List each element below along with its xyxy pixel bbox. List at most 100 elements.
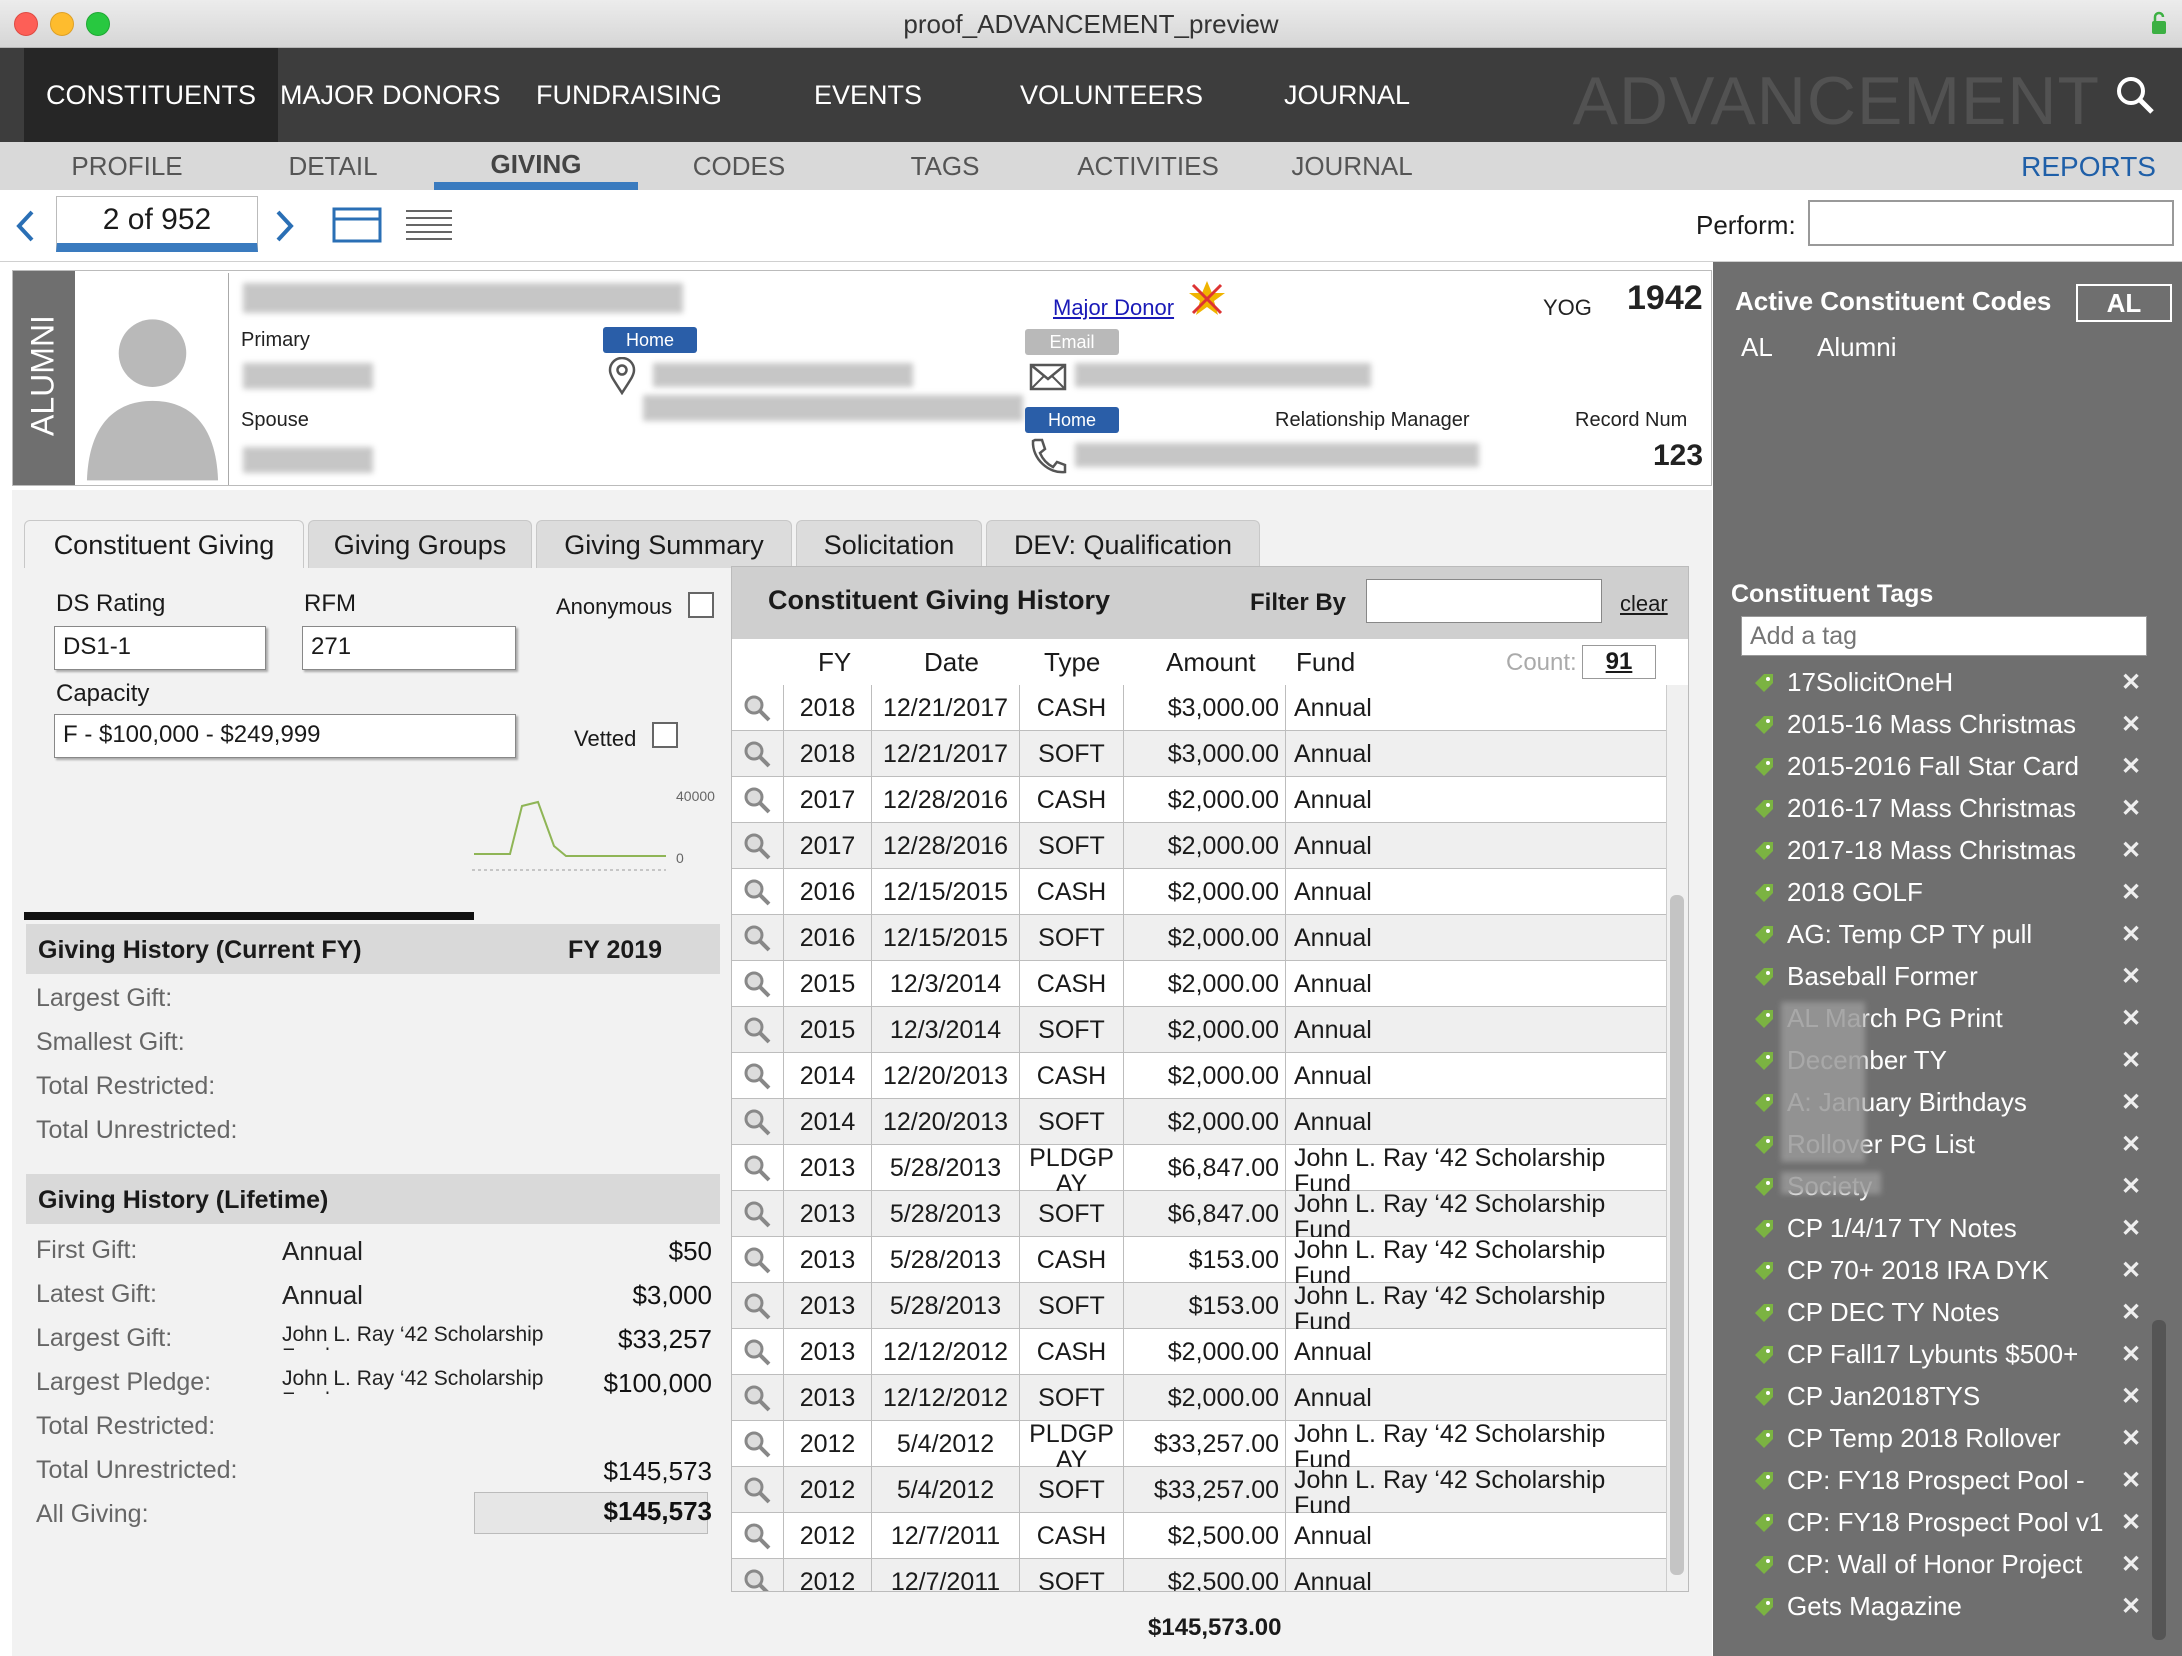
tab-dev-qualification[interactable]: DEV: Qualification bbox=[986, 520, 1260, 568]
tag-item[interactable]: 2017-18 Mass Christmas ✕ bbox=[1753, 830, 2173, 872]
remove-tag-icon[interactable]: ✕ bbox=[2121, 1466, 2141, 1495]
tab-detail[interactable]: DETAIL bbox=[268, 142, 398, 190]
table-row[interactable]: 2012 5/4/2012 SOFT $33,257.00 John L. Ray ‘4… bbox=[732, 1467, 1666, 1513]
magnifier-icon[interactable] bbox=[742, 831, 772, 861]
tab-activities[interactable]: ACTIVITIES bbox=[1056, 142, 1240, 190]
tab-constituent-giving[interactable]: Constituent Giving bbox=[24, 520, 304, 568]
row-magnifier-cell[interactable] bbox=[732, 1237, 784, 1283]
chevron-right-icon[interactable] bbox=[274, 208, 296, 244]
table-row[interactable]: 2012 5/4/2012 PLDGPAY $33,257.00 John L. Ray… bbox=[732, 1421, 1666, 1467]
magnifier-icon[interactable] bbox=[742, 1337, 772, 1367]
row-magnifier-cell[interactable] bbox=[732, 1329, 784, 1375]
add-tag-input[interactable] bbox=[1741, 616, 2147, 656]
remove-tag-icon[interactable]: ✕ bbox=[2121, 668, 2141, 697]
table-row[interactable]: 2013 5/28/2013 SOFT $6,847.00 John L. Ray ‘4… bbox=[732, 1191, 1666, 1237]
table-row[interactable]: 2013 5/28/2013 SOFT $153.00 John L. Ray ‘42 … bbox=[732, 1283, 1666, 1329]
remove-tag-icon[interactable]: ✕ bbox=[2121, 1424, 2141, 1453]
magnifier-icon[interactable] bbox=[742, 1199, 772, 1229]
magnifier-icon[interactable] bbox=[742, 1061, 772, 1091]
magnifier-icon[interactable] bbox=[742, 969, 772, 999]
remove-tag-icon[interactable]: ✕ bbox=[2121, 1256, 2141, 1285]
count-value[interactable]: 91 bbox=[1582, 645, 1656, 679]
anonymous-checkbox[interactable] bbox=[688, 592, 714, 618]
remove-tag-icon[interactable]: ✕ bbox=[2121, 920, 2141, 949]
magnifier-icon[interactable] bbox=[742, 785, 772, 815]
tag-item[interactable]: AG: Temp CP TY pull ✕ bbox=[1753, 914, 2173, 956]
row-magnifier-cell[interactable] bbox=[732, 1145, 784, 1191]
magnifier-icon[interactable] bbox=[742, 1015, 772, 1045]
remove-tag-icon[interactable]: ✕ bbox=[2121, 1172, 2141, 1201]
tab-journal[interactable]: JOURNAL bbox=[1270, 142, 1434, 190]
table-row[interactable]: 2012 12/7/2011 CASH $2,500.00 Annual bbox=[732, 1513, 1666, 1559]
tab-profile[interactable]: PROFILE bbox=[52, 142, 202, 190]
rfm-field[interactable]: 271 bbox=[302, 626, 516, 670]
capacity-field[interactable]: F - $100,000 - $249,999 bbox=[54, 714, 516, 758]
reports-link[interactable]: REPORTS bbox=[2021, 142, 2156, 192]
row-magnifier-cell[interactable] bbox=[732, 1099, 784, 1145]
magnifier-icon[interactable] bbox=[742, 923, 772, 953]
table-row[interactable]: 2012 12/7/2011 SOFT $2,500.00 Annual bbox=[732, 1559, 1666, 1591]
chevron-left-icon[interactable] bbox=[14, 208, 36, 244]
search-icon[interactable] bbox=[2114, 74, 2156, 116]
clear-filter-link[interactable]: clear bbox=[1620, 591, 1668, 617]
table-row[interactable]: 2016 12/15/2015 CASH $2,000.00 Annual bbox=[732, 869, 1666, 915]
col-fy[interactable]: FY bbox=[818, 647, 851, 678]
tag-item[interactable]: CP: FY18 Prospect Pool v1 ✕ bbox=[1753, 1502, 2173, 1544]
tag-item[interactable]: CP Fall17 Lybunts $500+ ✕ bbox=[1753, 1334, 2173, 1376]
col-amount[interactable]: Amount bbox=[1166, 647, 1256, 678]
tag-item[interactable]: Baseball Former ✕ bbox=[1753, 956, 2173, 998]
email-type-pill[interactable]: Email bbox=[1025, 329, 1119, 355]
magnifier-icon[interactable] bbox=[742, 1383, 772, 1413]
row-magnifier-cell[interactable] bbox=[732, 1513, 784, 1559]
remove-tag-icon[interactable]: ✕ bbox=[2121, 1046, 2141, 1075]
address-type-pill[interactable]: Home bbox=[603, 327, 697, 353]
row-magnifier-cell[interactable] bbox=[732, 1191, 784, 1237]
row-magnifier-cell[interactable] bbox=[732, 915, 784, 961]
table-row[interactable]: 2014 12/20/2013 CASH $2,000.00 Annual bbox=[732, 1053, 1666, 1099]
col-date[interactable]: Date bbox=[924, 647, 979, 678]
magnifier-icon[interactable] bbox=[742, 1475, 772, 1505]
avatar-icon[interactable] bbox=[77, 273, 229, 485]
nav-constituents[interactable]: CONSTITUENTS bbox=[24, 48, 279, 142]
tab-giving-groups[interactable]: Giving Groups bbox=[308, 520, 532, 568]
remove-tag-icon[interactable]: ✕ bbox=[2121, 710, 2141, 739]
active-code-badge[interactable]: AL bbox=[2076, 284, 2172, 322]
perform-input[interactable] bbox=[1808, 200, 2174, 246]
major-donor-link[interactable]: Major Donor bbox=[1053, 295, 1174, 321]
row-magnifier-cell[interactable] bbox=[732, 961, 784, 1007]
remove-tag-icon[interactable]: ✕ bbox=[2121, 1214, 2141, 1243]
table-row[interactable]: 2016 12/15/2015 SOFT $2,000.00 Annual bbox=[732, 915, 1666, 961]
tag-item[interactable]: CP Temp 2018 Rollover ✕ bbox=[1753, 1418, 2173, 1460]
remove-tag-icon[interactable]: ✕ bbox=[2121, 1004, 2141, 1033]
table-row[interactable]: 2017 12/28/2016 SOFT $2,000.00 Annual bbox=[732, 823, 1666, 869]
sidebar-scrollbar[interactable] bbox=[2152, 1320, 2166, 1640]
table-row[interactable]: 2013 12/12/2012 CASH $2,000.00 Annual bbox=[732, 1329, 1666, 1375]
table-row[interactable]: 2018 12/21/2017 CASH $3,000.00 Annual bbox=[732, 685, 1666, 731]
remove-tag-icon[interactable]: ✕ bbox=[2121, 1088, 2141, 1117]
tag-item[interactable]: CP DEC TY Notes ✕ bbox=[1753, 1292, 2173, 1334]
remove-tag-icon[interactable]: ✕ bbox=[2121, 1550, 2141, 1579]
row-magnifier-cell[interactable] bbox=[732, 1467, 784, 1513]
row-magnifier-cell[interactable] bbox=[732, 1283, 784, 1329]
tag-item[interactable]: CP: Wall of Honor Project ✕ bbox=[1753, 1544, 2173, 1586]
magnifier-icon[interactable] bbox=[742, 1107, 772, 1137]
remove-tag-icon[interactable]: ✕ bbox=[2121, 878, 2141, 907]
row-magnifier-cell[interactable] bbox=[732, 731, 784, 777]
row-magnifier-cell[interactable] bbox=[732, 685, 784, 731]
remove-tag-icon[interactable]: ✕ bbox=[2121, 794, 2141, 823]
tag-item[interactable]: Gets Magazine ✕ bbox=[1753, 1586, 2173, 1628]
remove-tag-icon[interactable]: ✕ bbox=[2121, 1508, 2141, 1537]
row-magnifier-cell[interactable] bbox=[732, 869, 784, 915]
row-magnifier-cell[interactable] bbox=[732, 1375, 784, 1421]
row-magnifier-cell[interactable] bbox=[732, 1421, 784, 1467]
magnifier-icon[interactable] bbox=[742, 877, 772, 907]
nav-fundraising[interactable]: FUNDRAISING bbox=[514, 48, 744, 142]
magnifier-icon[interactable] bbox=[742, 1291, 772, 1321]
grid-scrollbar-thumb[interactable] bbox=[1670, 895, 1684, 1575]
table-row[interactable]: 2018 12/21/2017 SOFT $3,000.00 Annual bbox=[732, 731, 1666, 777]
tag-item[interactable]: 2018 GOLF ✕ bbox=[1753, 872, 2173, 914]
tag-item[interactable]: 2016-17 Mass Christmas ✕ bbox=[1753, 788, 2173, 830]
row-magnifier-cell[interactable] bbox=[732, 1007, 784, 1053]
remove-tag-icon[interactable]: ✕ bbox=[2121, 1382, 2141, 1411]
table-row[interactable]: 2015 12/3/2014 CASH $2,000.00 Annual bbox=[732, 961, 1666, 1007]
